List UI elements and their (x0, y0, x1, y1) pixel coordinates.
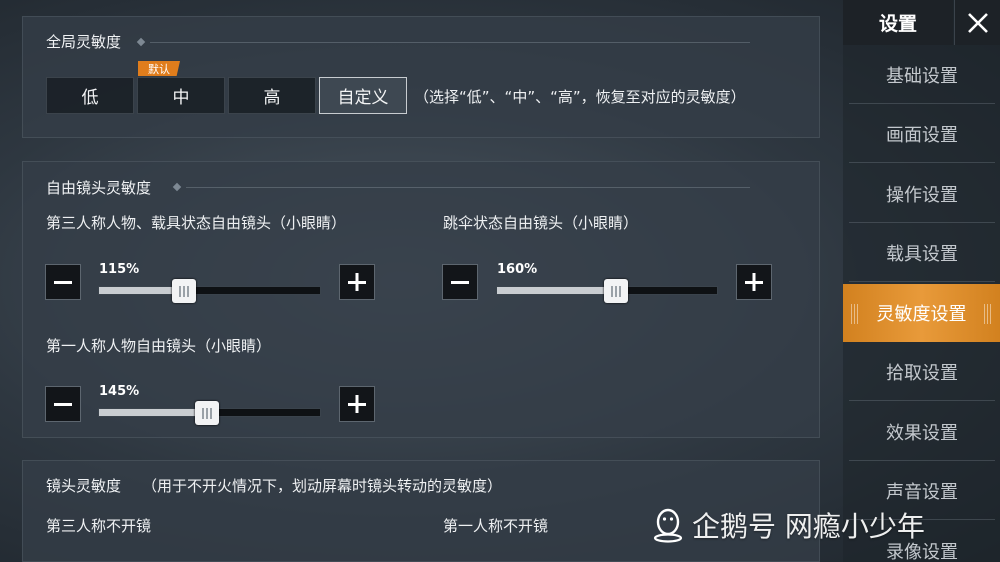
preset-high-button[interactable]: 高 (228, 77, 316, 114)
minus-icon (54, 281, 72, 284)
minus-icon (451, 281, 469, 284)
slider-value: 160% (497, 262, 538, 277)
grip-icon (851, 304, 859, 324)
plus-icon (745, 273, 763, 291)
column-label-first-person: 第一人称不开镜 (443, 517, 549, 535)
sidebar-item-sensitivity[interactable]: 灵敏度设置 (843, 284, 1000, 342)
decrease-button[interactable] (45, 386, 81, 422)
slider-fill (497, 287, 617, 294)
plus-icon (348, 273, 366, 291)
slider-label-first-person: 第一人称人物自由镜头（小眼睛） (46, 337, 272, 355)
slider-value: 115% (99, 262, 140, 277)
minus-icon (54, 403, 72, 406)
increase-button[interactable] (339, 386, 375, 422)
plus-icon (348, 395, 366, 413)
title-divider (186, 187, 750, 188)
slider-value: 145% (99, 384, 140, 399)
preset-hint-text: （选择“低”、“中”、“高”，恢复至对应的灵敏度） (414, 88, 746, 106)
preset-custom-button[interactable]: 自定义 (319, 77, 407, 114)
column-label-third-person: 第三人称不开镜 (46, 517, 152, 535)
close-button[interactable] (954, 0, 1000, 45)
watermark-text: 企鹅号 网瘾小少年 (692, 510, 925, 543)
sidebar-item-vehicle[interactable]: 载具设置 (849, 224, 995, 282)
sidebar-item-basic[interactable]: 基础设置 (849, 46, 995, 104)
sidebar-item-controls[interactable]: 操作设置 (849, 165, 995, 223)
slider-track-third-person[interactable] (98, 279, 321, 303)
slider-track-first-person[interactable] (98, 401, 321, 425)
increase-button[interactable] (736, 264, 772, 300)
penguin-logo-icon (653, 508, 683, 543)
slider-thumb[interactable] (604, 279, 628, 303)
slider-label-parachute: 跳伞状态自由镜头（小眼睛） (443, 214, 639, 232)
preset-medium-button[interactable]: 中 (137, 77, 225, 114)
sidebar-item-graphics[interactable]: 画面设置 (849, 105, 995, 163)
watermark: 企鹅号 网瘾小少年 (652, 505, 925, 545)
slider-fill (99, 409, 207, 416)
slider-thumb[interactable] (195, 401, 219, 425)
slider-thumb[interactable] (172, 279, 196, 303)
grip-icon (984, 304, 992, 324)
sidebar-item-pickup[interactable]: 拾取设置 (849, 343, 995, 401)
sidebar-item-label: 灵敏度设置 (876, 304, 967, 325)
decrease-button[interactable] (442, 264, 478, 300)
free-look-title: 自由镜头灵敏度 (46, 179, 152, 197)
free-look-panel (22, 161, 820, 438)
increase-button[interactable] (339, 264, 375, 300)
default-badge: 默认 (138, 61, 180, 76)
close-icon (967, 12, 988, 33)
slider-label-third-person: 第三人称人物、载具状态自由镜头（小眼睛） (46, 214, 347, 232)
title-divider (150, 42, 750, 43)
global-sensitivity-title: 全局灵敏度 (46, 33, 122, 51)
settings-header: 设置 (843, 0, 953, 45)
decrease-button[interactable] (45, 264, 81, 300)
preset-low-button[interactable]: 低 (46, 77, 134, 114)
slider-track-parachute[interactable] (496, 279, 718, 303)
camera-sensitivity-note: （用于不开火情况下，划动屏幕时镜头转动的灵敏度） (142, 477, 503, 495)
camera-sensitivity-title: 镜头灵敏度 (46, 477, 122, 495)
sidebar-item-effects[interactable]: 效果设置 (849, 403, 995, 461)
